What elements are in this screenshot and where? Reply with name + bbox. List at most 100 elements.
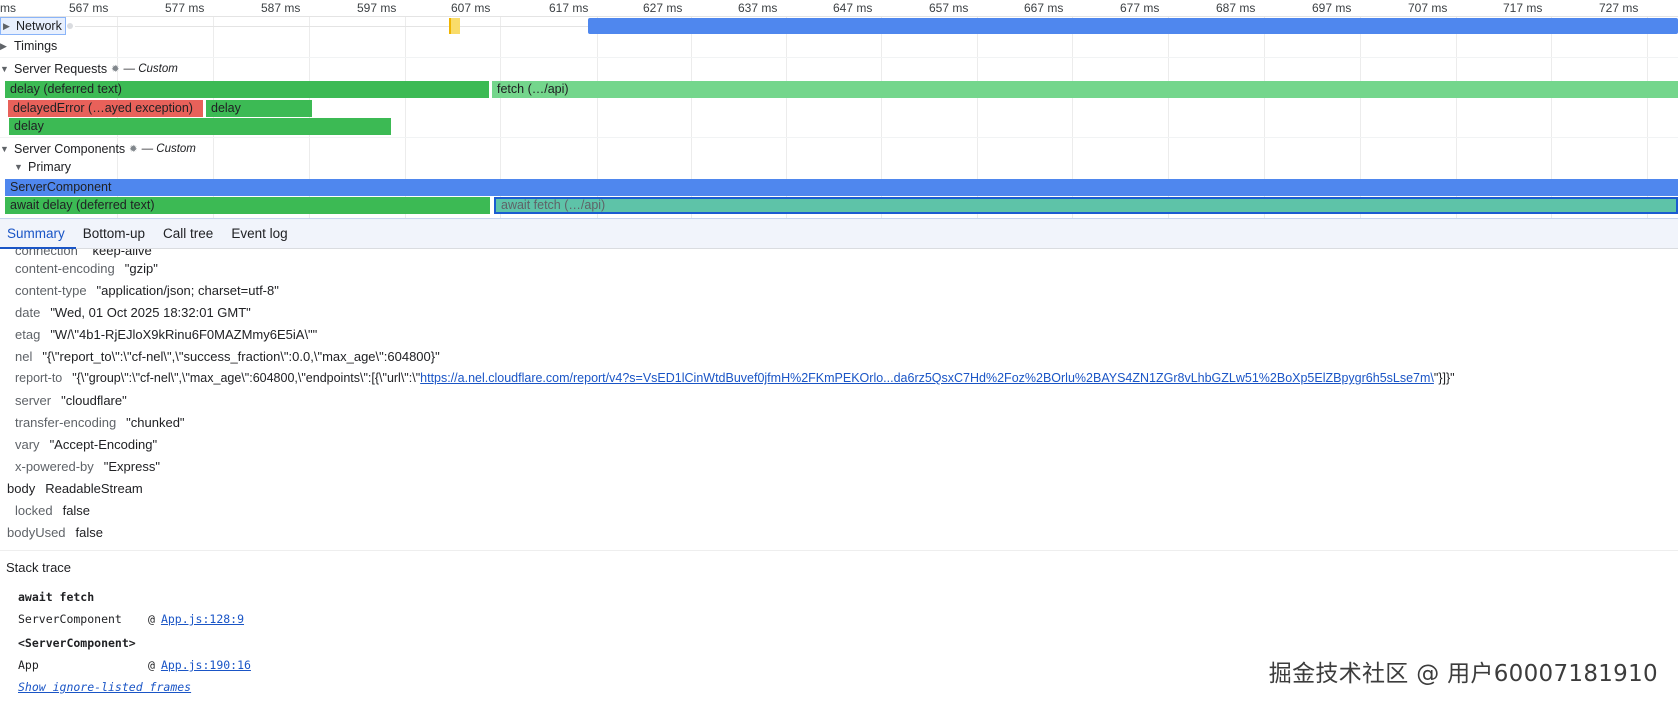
property-value: ReadableStream [45, 480, 143, 496]
header-row: x-powered-by "Express" [15, 456, 160, 476]
track-divider [0, 57, 1678, 58]
section-divider [0, 550, 1678, 551]
stack-frame: App @ App.js:190:16 [18, 658, 251, 672]
header-row: server "cloudflare" [15, 390, 127, 410]
tick-label: 727 ms [1599, 1, 1639, 15]
header-value: "application/json; charset=utf-8" [96, 282, 279, 298]
property-key: body [7, 480, 36, 496]
show-ignore-listed-frames-link[interactable]: Show ignore-listed frames [18, 680, 191, 694]
frame-source-link[interactable]: App.js:128:9 [161, 612, 244, 626]
tick-label: 617 ms [549, 1, 589, 15]
network-request-bar[interactable] [588, 18, 1678, 34]
server-components-track-header[interactable]: ▼ Server Components ✹ — Custom [0, 142, 196, 156]
await-fetch-label: await fetch [18, 590, 95, 604]
header-value: "Express" [103, 458, 160, 474]
report-url-link[interactable]: https://a.nel.cloudflare.com/report/v4?s… [420, 371, 1434, 385]
custom-track-label: — Custom [123, 63, 178, 75]
header-value: "keep-alive" [87, 249, 157, 258]
settings-gear-icon[interactable]: ✹ [129, 144, 137, 155]
header-row: content-encoding "gzip" [15, 258, 158, 278]
property-row: bodyUsed false [7, 522, 103, 542]
header-value: "gzip" [124, 260, 158, 276]
component-tag-label: <ServerComponent> [18, 636, 136, 650]
stack-async-marker: await fetch [18, 590, 94, 604]
tab-event-log[interactable]: Event log [224, 219, 298, 249]
header-row: content-type "application/json; charset=… [15, 280, 279, 300]
watermark: 掘金技术社区 @ 用户60007181910 [1268, 661, 1658, 687]
tick-label: 697 ms [1312, 1, 1352, 15]
tick-label: 567 ms [69, 1, 109, 15]
server-request-bar[interactable]: fetch (…/api) [492, 81, 1678, 98]
header-row: vary "Accept-Encoding" [15, 434, 157, 454]
track-label: Server Components [14, 142, 126, 156]
property-value: false [75, 524, 104, 540]
header-key: etag [15, 326, 41, 342]
expand-triangle-icon: ▶ [3, 20, 10, 31]
primary-subtrack-header[interactable]: ▼ Primary [14, 160, 71, 174]
property-key: locked [15, 502, 53, 518]
header-key: server [15, 392, 52, 408]
server-requests-track-header[interactable]: ▼ Server Requests ✹ — Custom [0, 62, 178, 76]
header-row: report-to "{\"group\":\"cf-nel\",\"max_a… [15, 368, 1455, 388]
header-value: "W/\"4b1-RjEJloX9kRinu6F0MAZMmy6E5iA\"" [50, 326, 318, 342]
frame-function: ServerComponent [18, 612, 122, 626]
tab-call-tree[interactable]: Call tree [156, 219, 224, 249]
header-value: "{\"report_to\":\"cf-nel\",\"success_fra… [42, 348, 440, 364]
custom-track-label: — Custom [141, 143, 196, 155]
tick-label: 627 ms [643, 1, 683, 15]
track-divider [0, 137, 1678, 138]
frame-at: @ [148, 612, 155, 626]
details-panel[interactable]: connection "keep-alive" content-encoding… [0, 249, 1678, 702]
collapse-triangle-icon: ▼ [14, 162, 23, 172]
track-label: Server Requests [14, 62, 108, 76]
header-value: "{\"group\":\"cf-nel\",\"max_age\":60480… [72, 371, 421, 385]
frame-source-link[interactable]: App.js:190:16 [161, 658, 251, 672]
collapse-triangle-icon: ▼ [0, 144, 9, 154]
property-row: body ReadableStream [7, 478, 143, 498]
network-marker-icon [67, 23, 73, 29]
property-row: locked false [15, 500, 90, 520]
stack-trace-heading: Stack trace [6, 560, 72, 575]
server-request-error-bar[interactable]: delayedError (…ayed exception) [8, 100, 203, 117]
stack-frame: ServerComponent @ App.js:128:9 [18, 612, 244, 626]
header-key: vary [15, 436, 40, 452]
selected-server-component-bar[interactable]: await fetch (…/api) [494, 197, 1678, 214]
tick-label: 677 ms [1120, 1, 1160, 15]
tick-label: 607 ms [451, 1, 491, 15]
tick-label: ms [0, 1, 16, 15]
tick-label: 587 ms [261, 1, 301, 15]
server-request-bar[interactable]: delay [9, 118, 391, 135]
network-track-header[interactable]: ▶ Network [0, 17, 66, 35]
header-value: "cloudflare" [61, 392, 127, 408]
header-row: transfer-encoding "chunked" [15, 412, 185, 432]
server-request-bar[interactable]: delay [206, 100, 312, 117]
header-row: nel "{\"report_to\":\"cf-nel\",\"success… [15, 346, 440, 366]
header-value: "}]}" [1433, 371, 1455, 385]
server-component-bar[interactable]: ServerComponent [5, 179, 1678, 196]
property-key: bodyUsed [7, 524, 66, 540]
tick-label: 597 ms [357, 1, 397, 15]
settings-gear-icon[interactable]: ✹ [111, 64, 119, 75]
frame-at: @ [148, 658, 155, 672]
tab-bottom-up[interactable]: Bottom-up [76, 219, 156, 249]
track-label: Timings [14, 39, 58, 53]
header-row: date "Wed, 01 Oct 2025 18:32:01 GMT" [15, 302, 251, 322]
server-component-bar[interactable]: await delay (deferred text) [5, 197, 490, 214]
time-ruler: ms 567 ms 577 ms 587 ms 597 ms 607 ms 61… [0, 0, 1678, 17]
header-key: report-to [15, 371, 63, 385]
tick-label: 707 ms [1408, 1, 1448, 15]
expand-triangle-icon: ▶ [0, 40, 7, 51]
network-request-bar[interactable] [449, 18, 460, 34]
tick-label: 657 ms [929, 1, 969, 15]
header-value: "Accept-Encoding" [49, 436, 158, 452]
stack-footer: Show ignore-listed frames [18, 680, 191, 694]
header-key: nel [15, 348, 33, 364]
collapse-triangle-icon: ▼ [0, 64, 9, 74]
timeline-panel[interactable]: ms 567 ms 577 ms 587 ms 597 ms 607 ms 61… [0, 0, 1678, 218]
header-key: x-powered-by [15, 458, 94, 474]
tab-summary[interactable]: Summary [0, 219, 76, 249]
timings-track-header[interactable]: ▶ Timings [0, 39, 57, 53]
header-key: connection [15, 249, 78, 258]
header-key: transfer-encoding [15, 414, 117, 430]
server-request-bar[interactable]: delay (deferred text) [5, 81, 489, 98]
